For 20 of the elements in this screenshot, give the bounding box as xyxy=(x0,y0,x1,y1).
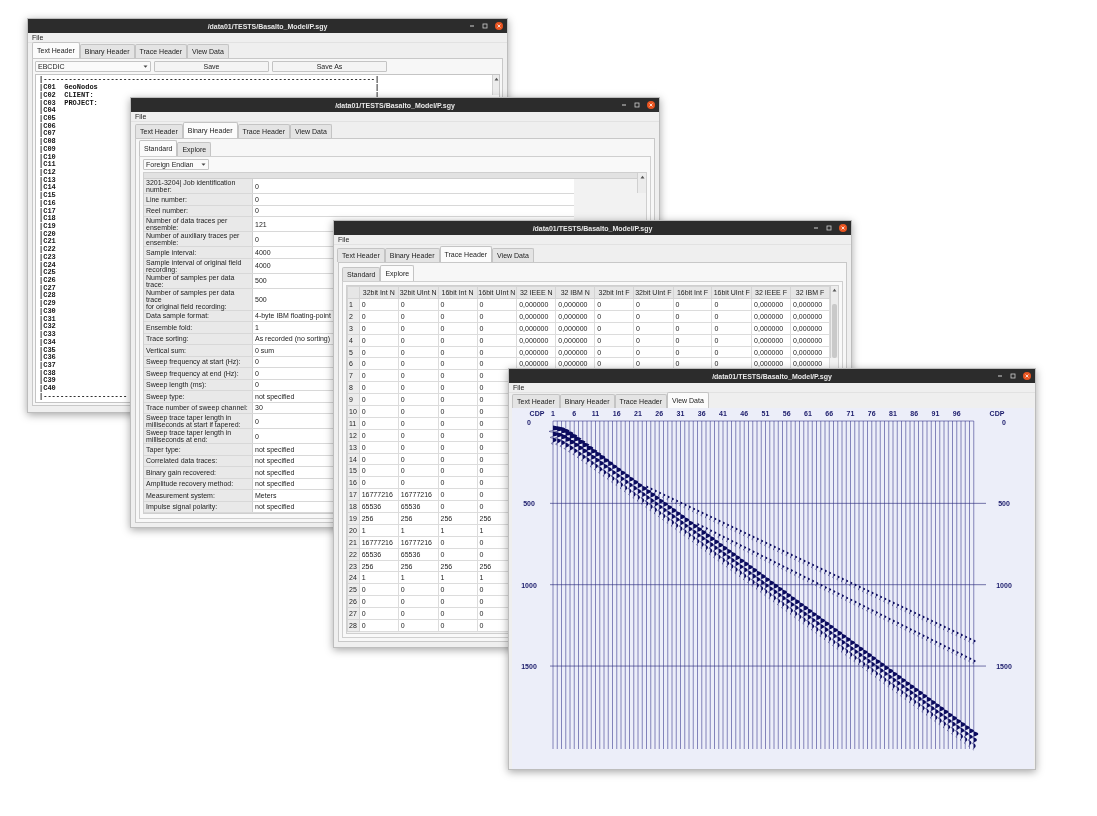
scrollbar[interactable] xyxy=(637,173,646,193)
close-icon[interactable] xyxy=(495,22,503,30)
scroll-up-icon[interactable] xyxy=(639,175,645,179)
scroll-up-icon[interactable] xyxy=(832,288,837,292)
close-icon[interactable] xyxy=(1023,372,1031,380)
maximize-icon[interactable] xyxy=(1010,373,1016,379)
minimize-icon[interactable] xyxy=(469,23,475,29)
caret-icon xyxy=(201,163,206,166)
minimize-icon[interactable] xyxy=(997,373,1003,379)
caret-icon xyxy=(143,65,148,68)
maximize-icon[interactable] xyxy=(482,23,488,29)
scroll-up-icon[interactable] xyxy=(493,77,499,81)
scrollbar[interactable] xyxy=(492,75,499,95)
scrollbar[interactable] xyxy=(830,286,838,358)
minimize-icon[interactable] xyxy=(813,225,819,231)
close-icon[interactable] xyxy=(647,101,655,109)
maximize-icon[interactable] xyxy=(634,102,640,108)
minimize-icon[interactable] xyxy=(621,102,627,108)
close-icon[interactable] xyxy=(839,224,847,232)
maximize-icon[interactable] xyxy=(826,225,832,231)
